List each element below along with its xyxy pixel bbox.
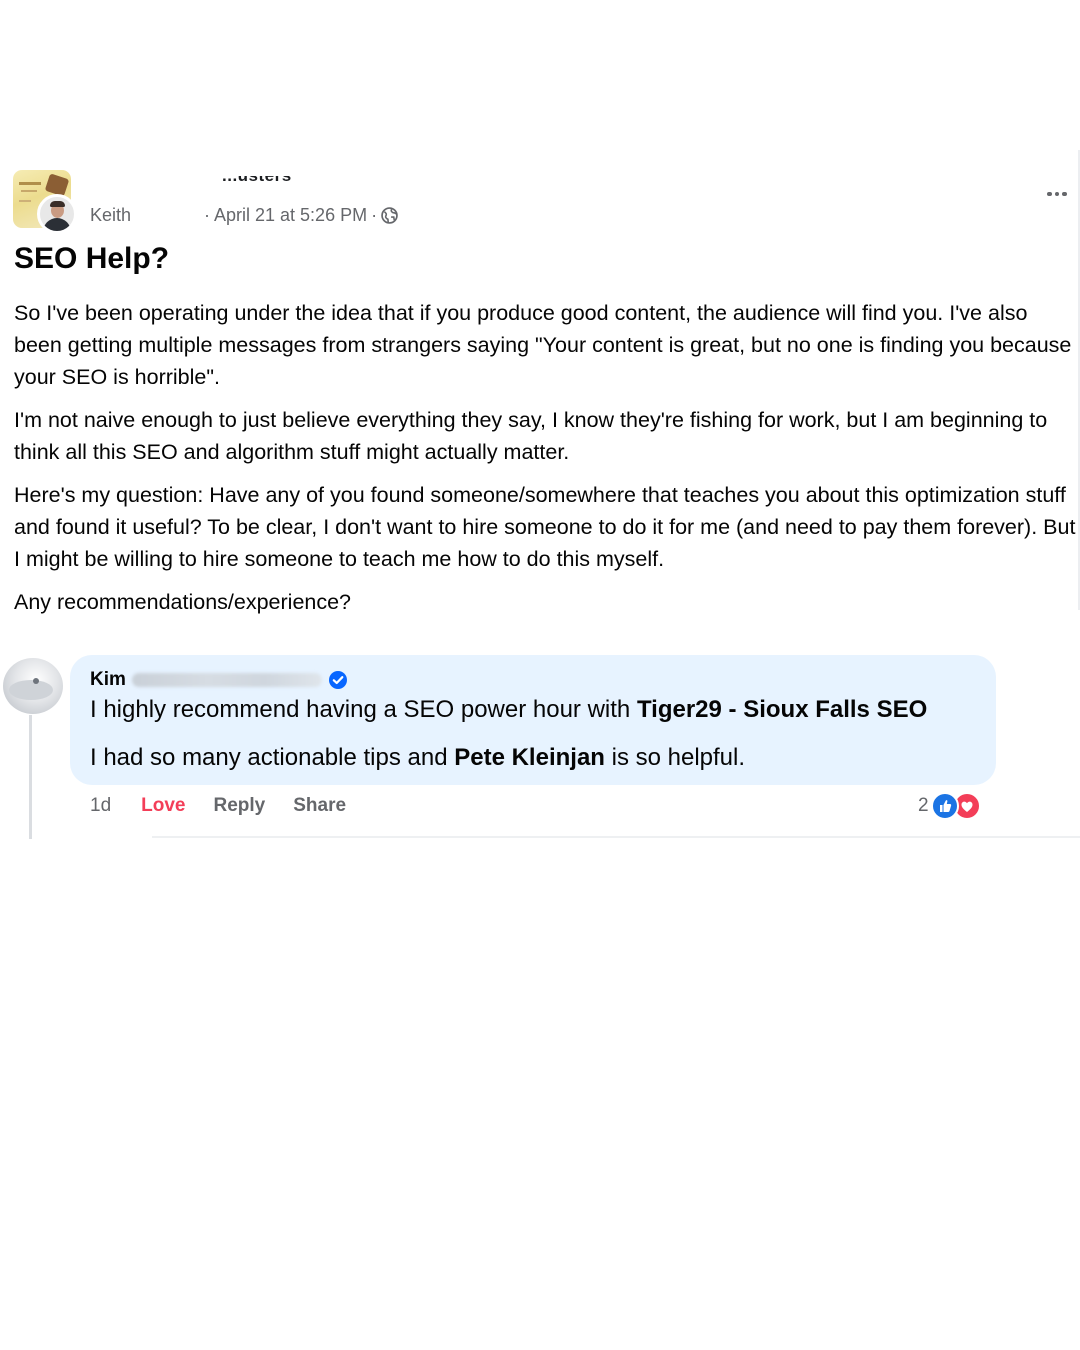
comment-actions: 1d Love Reply Share	[90, 795, 346, 817]
post-paragraph: Any recommendations/experience?	[14, 590, 352, 614]
like-icon	[930, 792, 959, 820]
post-body: So I've been operating under the idea th…	[14, 297, 1076, 629]
reaction-count: 2	[918, 795, 929, 816]
comment-text: I highly recommend having a SEO power ho…	[90, 696, 637, 723]
group-avatar-art	[21, 190, 37, 192]
comment-bubble: Kim I highly recommend having a SEO powe…	[70, 655, 996, 785]
commenter-name[interactable]: Kim	[90, 667, 976, 693]
love-button[interactable]: Love	[141, 795, 185, 817]
post-meta: · April 21 at 5:26 PM ·	[204, 205, 398, 226]
globe-icon[interactable]	[381, 207, 398, 224]
group-avatar-art	[19, 182, 41, 185]
author-avatar[interactable]	[37, 194, 77, 234]
comment-divider	[152, 836, 1080, 838]
share-button[interactable]: Share	[293, 795, 346, 817]
post-title: SEO Help?	[14, 242, 170, 275]
reply-button[interactable]: Reply	[214, 795, 266, 817]
comment-text-line: I highly recommend having a SEO power ho…	[90, 695, 976, 725]
author-name[interactable]: Keith	[90, 205, 131, 226]
commenter-avatar-art	[9, 680, 53, 700]
group-name-text: ...usters	[222, 176, 292, 185]
more-dot	[1054, 191, 1060, 197]
commenter-first-name: Kim	[90, 669, 126, 690]
reaction-summary[interactable]: 2	[918, 792, 981, 820]
group-name[interactable]: ...usters	[222, 176, 292, 192]
person-tag[interactable]: Pete Kleinjan	[454, 744, 605, 771]
page-tag[interactable]: Tiger29 - Sioux Falls SEO	[637, 696, 927, 723]
thread-line	[29, 715, 32, 839]
commenter-name-redacted	[131, 673, 322, 687]
post-paragraph: I'm not naive enough to just believe eve…	[14, 408, 1048, 464]
more-options-icon[interactable]	[1042, 184, 1072, 204]
comment-time[interactable]: 1d	[90, 795, 111, 817]
author-avatar-art	[50, 201, 65, 207]
post-paragraph: Here's my question: Have any of you foun…	[14, 483, 1076, 571]
meta-separator: ·	[204, 205, 210, 225]
more-dot	[1047, 191, 1052, 197]
group-avatar-art	[19, 200, 31, 202]
commenter-avatar[interactable]	[3, 658, 63, 714]
post-timestamp[interactable]: April 21 at 5:26 PM	[214, 205, 367, 226]
post-paragraph: So I've been operating under the idea th…	[14, 301, 1072, 389]
verified-badge-icon	[328, 670, 348, 690]
more-dot	[1062, 191, 1067, 197]
meta-separator: ·	[371, 205, 378, 225]
comment-text: is so helpful.	[604, 744, 746, 771]
author-avatar-art	[43, 218, 71, 231]
comment-text-line: I had so many actionable tips and Pete K…	[90, 743, 976, 773]
comment-text: I had so many actionable tips and	[90, 744, 455, 771]
commenter-avatar-art	[33, 678, 39, 684]
